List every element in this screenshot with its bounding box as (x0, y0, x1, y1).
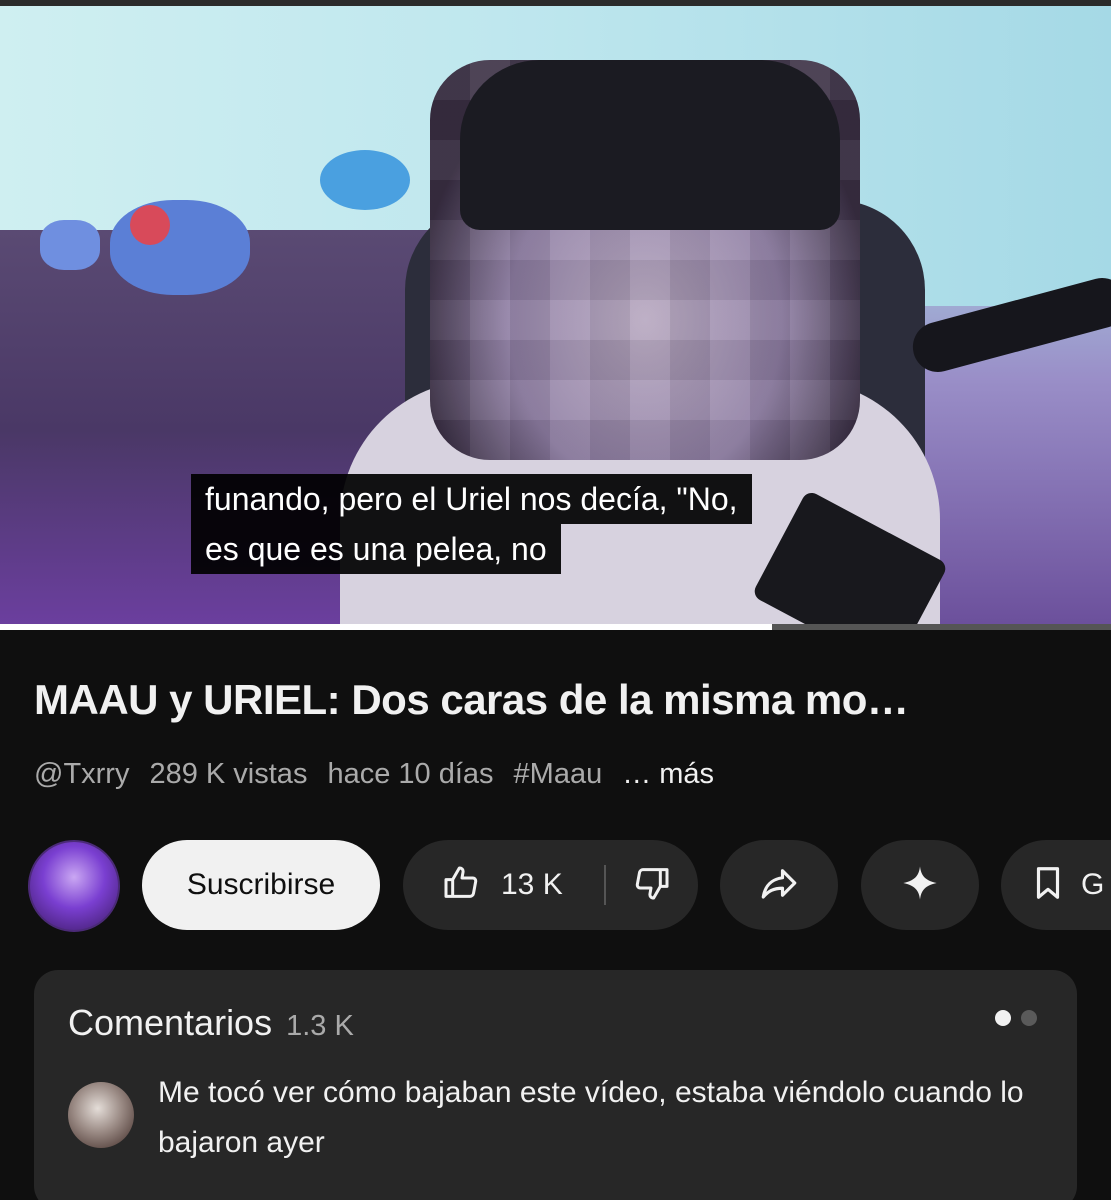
caption-line: es que es una pelea, no (191, 524, 561, 574)
more-link[interactable]: … más (622, 758, 714, 791)
commenter-avatar (68, 1082, 134, 1148)
video-player[interactable]: funando, pero el Uriel nos decía, "No, e… (0, 0, 1111, 628)
comment-text: Me tocó ver cómo bajaban este vídeo, est… (158, 1076, 1024, 1159)
channel-avatar[interactable] (28, 840, 120, 932)
share-icon (758, 862, 800, 909)
comments-count: 1.3 K (286, 1010, 354, 1042)
comments-title: Comentarios (68, 1002, 273, 1043)
video-plush (130, 205, 170, 245)
video-title[interactable]: MAAU y URIEL: Dos caras de la misma mo… (34, 676, 1094, 724)
subscribe-button[interactable]: Suscribirse (142, 840, 380, 930)
like-button[interactable]: 13 K (403, 863, 604, 908)
video-person-hair (460, 60, 840, 230)
ask-ai-button[interactable] (861, 840, 979, 930)
bookmark-icon (1029, 863, 1067, 908)
carousel-dot-active (995, 1010, 1011, 1026)
thumbs-down-icon (632, 863, 672, 908)
video-progress-bar[interactable] (0, 624, 1111, 630)
hashtag-link[interactable]: #Maau (514, 758, 603, 791)
save-button[interactable]: G (1001, 840, 1111, 930)
like-count: 13 K (501, 868, 563, 901)
video-meta[interactable]: @Txrry 289 K vistas hace 10 días #Maau …… (34, 758, 714, 791)
thumbs-up-icon (441, 863, 481, 908)
carousel-dot (1021, 1010, 1037, 1026)
like-dislike-group: 13 K (403, 840, 698, 930)
video-plush (110, 200, 250, 295)
dislike-button[interactable] (606, 863, 698, 908)
comments-header: Comentarios 1.3 K (68, 1002, 354, 1044)
video-plush (40, 220, 100, 270)
caption-line: funando, pero el Uriel nos decía, "No, (191, 474, 752, 524)
channel-handle[interactable]: @Txrry (34, 758, 129, 791)
comments-panel[interactable]: Comentarios 1.3 K Me tocó ver cómo bajab… (34, 970, 1077, 1200)
action-row: Suscribirse 13 K G (28, 840, 1111, 932)
share-button[interactable] (720, 840, 838, 930)
sparkle-icon (900, 863, 940, 908)
video-captions: funando, pero el Uriel nos decía, "No, e… (191, 474, 752, 574)
progress-fill (0, 624, 773, 630)
video-plush (320, 150, 410, 210)
upload-age: hace 10 días (327, 758, 494, 790)
view-count: 289 K vistas (149, 758, 308, 790)
save-label: G (1081, 868, 1105, 901)
carousel-dots (995, 1010, 1037, 1026)
